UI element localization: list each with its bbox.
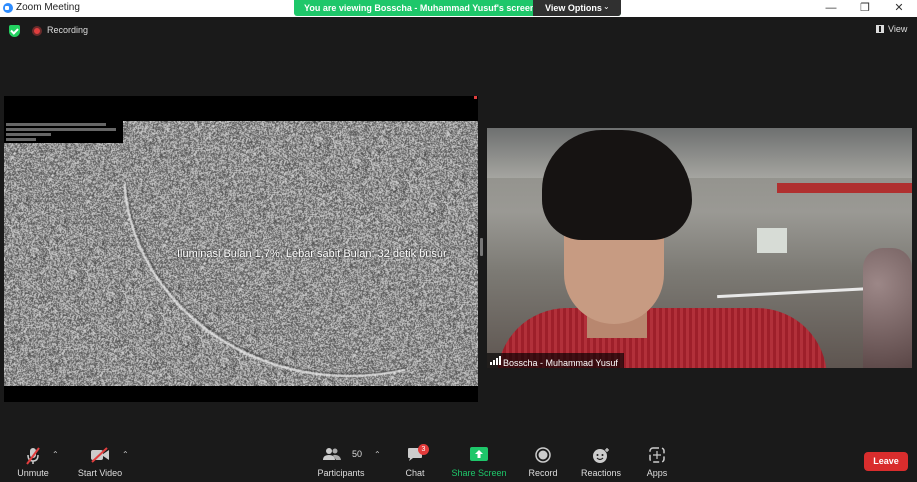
minimize-button[interactable]: —: [822, 1, 840, 15]
participants-button[interactable]: 50 Participants: [312, 440, 370, 482]
image-info-overlay: [4, 121, 123, 143]
close-button[interactable]: ✕: [890, 1, 908, 15]
share-screen-icon: [470, 447, 488, 461]
participants-options-caret[interactable]: ⌃: [374, 450, 381, 459]
share-banner: You are viewing Bosscha - Muhammad Yusuf…: [294, 0, 621, 16]
apps-label: Apps: [646, 468, 668, 478]
meeting-toolbar: Unmute ⌃ Start Video ⌃ 50 Participants ⌃…: [0, 440, 917, 482]
record-label: Record: [528, 468, 558, 478]
participants-icon: [323, 448, 341, 460]
share-screen-button[interactable]: Share Screen: [450, 440, 508, 482]
unmute-button[interactable]: Unmute: [10, 440, 56, 482]
participant-name-tag: Bosscha - Muhammad Yusuf: [487, 353, 624, 368]
reactions-label: Reactions: [580, 468, 622, 478]
participants-label: Participants: [317, 468, 365, 478]
view-options-label: View Options: [545, 3, 602, 13]
window-title: Zoom Meeting: [16, 2, 80, 13]
start-video-label: Start Video: [77, 468, 123, 478]
participants-count: 50: [352, 449, 363, 459]
record-button[interactable]: Record: [524, 440, 562, 482]
recording-icon: [32, 26, 42, 36]
view-label: View: [888, 24, 908, 34]
title-bar: Zoom Meeting You are viewing Bosscha - M…: [0, 0, 917, 17]
shield-icon[interactable]: [9, 25, 20, 37]
emoji-icon: [593, 448, 609, 463]
grid-icon: [876, 25, 884, 33]
corner-marker: [474, 96, 477, 99]
record-icon: [535, 447, 551, 463]
reactions-button[interactable]: Reactions: [578, 440, 624, 482]
share-banner-text: You are viewing Bosscha - Muhammad Yusuf…: [304, 3, 536, 13]
apps-button[interactable]: Apps: [640, 440, 674, 482]
image-caption: Iluminasi Bulan 1,7%, Lebar sabit Bulan:…: [177, 248, 447, 260]
shared-screen[interactable]: Iluminasi Bulan 1,7%, Lebar sabit Bulan:…: [4, 96, 478, 402]
video-background-column: [863, 248, 912, 368]
participant-name: Bosscha - Muhammad Yusuf: [503, 358, 618, 368]
panel-splitter-handle[interactable]: [480, 238, 483, 256]
signal-strength-icon: [490, 356, 501, 365]
share-screen-label: Share Screen: [451, 468, 507, 478]
chat-button[interactable]: 3 Chat: [400, 440, 430, 482]
apps-icon: [649, 447, 665, 463]
view-button[interactable]: View: [876, 23, 912, 37]
unmute-label: Unmute: [17, 468, 49, 478]
recording-label: Recording: [47, 25, 89, 35]
restore-button[interactable]: ❐: [856, 1, 874, 15]
audio-options-caret[interactable]: ⌃: [52, 450, 59, 459]
chat-unread-badge: 3: [418, 444, 429, 455]
view-options-button[interactable]: View Options ⌄: [533, 0, 621, 16]
video-options-caret[interactable]: ⌃: [122, 450, 129, 459]
start-video-button[interactable]: Start Video: [74, 440, 126, 482]
chevron-down-icon: ⌄: [603, 2, 610, 11]
chat-label: Chat: [405, 468, 425, 478]
zoom-logo-icon: [3, 3, 13, 13]
video-background-window: [757, 228, 787, 253]
leave-button[interactable]: Leave: [864, 452, 908, 471]
microphone-muted-icon: [26, 447, 40, 465]
camera-off-icon: [91, 447, 109, 463]
video-background-beam: [777, 183, 912, 193]
participant-video-tile[interactable]: Bosscha - Muhammad Yusuf: [487, 128, 912, 368]
